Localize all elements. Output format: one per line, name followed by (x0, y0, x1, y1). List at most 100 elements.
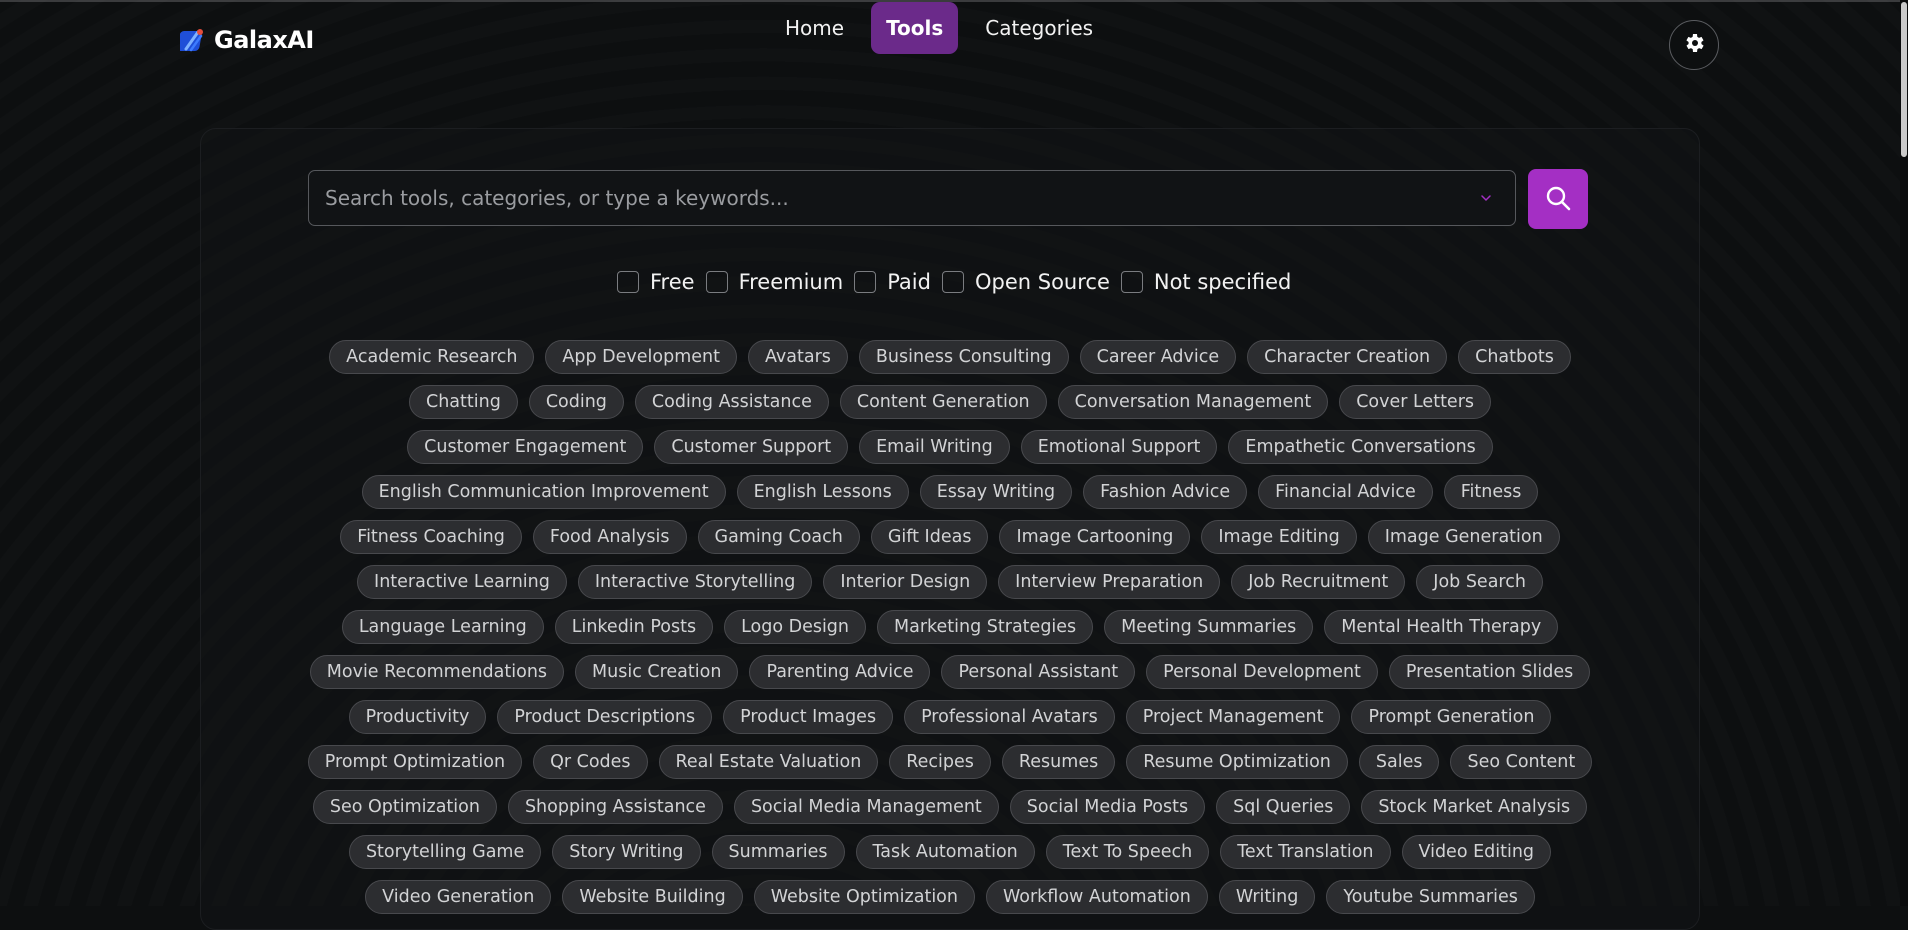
category-tag[interactable]: Gift Ideas (870, 520, 989, 554)
category-tag[interactable]: Essay Writing (919, 475, 1073, 509)
category-tag[interactable]: Shopping Assistance (507, 790, 723, 824)
logo[interactable]: GalaxAI (177, 26, 314, 54)
nav-categories-link[interactable]: Categories (970, 2, 1108, 54)
category-tag[interactable]: Avatars (747, 340, 848, 374)
category-tag[interactable]: Image Generation (1367, 520, 1560, 554)
category-tag[interactable]: Presentation Slides (1388, 655, 1591, 689)
category-tag[interactable]: Seo Content (1450, 745, 1593, 779)
filter-paid[interactable]: Paid (854, 270, 931, 294)
category-tag[interactable]: Food Analysis (532, 520, 687, 554)
category-tag[interactable]: Text To Speech (1045, 835, 1210, 869)
category-tag[interactable]: Interactive Learning (357, 565, 567, 599)
category-tag[interactable]: Workflow Automation (985, 880, 1208, 914)
category-tag[interactable]: Movie Recommendations (309, 655, 565, 689)
category-tag[interactable]: Mental Health Therapy (1324, 610, 1559, 644)
category-tag[interactable]: Resume Optimization (1126, 745, 1348, 779)
category-tag[interactable]: English Lessons (736, 475, 909, 509)
category-tag[interactable]: Sales (1358, 745, 1440, 779)
category-tag[interactable]: Youtube Summaries (1326, 880, 1535, 914)
filter-checkbox[interactable] (705, 271, 728, 293)
category-tag[interactable]: Fitness (1443, 475, 1539, 509)
category-tag[interactable]: Job Search (1416, 565, 1543, 599)
settings-button[interactable] (1669, 20, 1719, 70)
filter-not-specified[interactable]: Not specified (1120, 270, 1291, 294)
filter-checkbox[interactable] (617, 271, 639, 293)
category-tag[interactable]: Emotional Support (1020, 430, 1218, 464)
category-tag[interactable]: Linkedin Posts (554, 610, 714, 644)
category-tag[interactable]: Customer Support (654, 430, 849, 464)
search-button[interactable] (1528, 169, 1588, 229)
category-tag[interactable]: Social Media Posts (1009, 790, 1206, 824)
category-tag[interactable]: Cover Letters (1339, 385, 1492, 419)
category-tag[interactable]: Task Automation (855, 835, 1035, 869)
nav-home-link[interactable]: Home (770, 2, 859, 54)
category-tag[interactable]: Storytelling Game (348, 835, 542, 869)
category-tag[interactable]: Email Writing (859, 430, 1010, 464)
category-tag[interactable]: Coding (528, 385, 624, 419)
category-tag[interactable]: Job Recruitment (1231, 565, 1406, 599)
category-tag[interactable]: English Communication Improvement (361, 475, 726, 509)
filter-checkbox[interactable] (1120, 271, 1143, 293)
category-tag[interactable]: Conversation Management (1057, 385, 1329, 419)
category-tag[interactable]: Logo Design (724, 610, 867, 644)
category-tag[interactable]: Prompt Generation (1351, 700, 1552, 734)
category-tag[interactable]: Real Estate Valuation (658, 745, 879, 779)
category-tag[interactable]: Chatting (408, 385, 518, 419)
filter-open-source[interactable]: Open Source (941, 270, 1110, 294)
category-tag[interactable]: Product Images (723, 700, 894, 734)
search-input[interactable] (309, 170, 1471, 226)
category-tag[interactable]: Chatbots (1458, 340, 1571, 374)
filter-free[interactable]: Free (617, 270, 695, 294)
category-tag[interactable]: Summaries (711, 835, 845, 869)
category-tag[interactable]: Empathetic Conversations (1228, 430, 1493, 464)
category-tag[interactable]: Language Learning (341, 610, 544, 644)
category-tag[interactable]: Career Advice (1079, 340, 1237, 374)
category-tag[interactable]: Character Creation (1247, 340, 1448, 374)
category-tag[interactable]: Recipes (889, 745, 991, 779)
category-tag[interactable]: Personal Assistant (941, 655, 1136, 689)
category-tag[interactable]: Stock Market Analysis (1361, 790, 1588, 824)
scrollbar-thumb[interactable] (1901, 2, 1907, 157)
category-tag[interactable]: Qr Codes (533, 745, 648, 779)
category-tag[interactable]: Fashion Advice (1083, 475, 1248, 509)
category-tag[interactable]: Text Translation (1220, 835, 1391, 869)
category-tag[interactable]: Interactive Storytelling (577, 565, 813, 599)
category-tag[interactable]: Resumes (1001, 745, 1116, 779)
category-tag[interactable]: Productivity (348, 700, 487, 734)
category-tag[interactable]: Fitness Coaching (340, 520, 522, 554)
category-tag[interactable]: Story Writing (552, 835, 701, 869)
category-tag[interactable]: Meeting Summaries (1104, 610, 1314, 644)
chevron-down-icon[interactable] (1471, 193, 1501, 203)
filter-checkbox[interactable] (941, 271, 964, 293)
category-tag[interactable]: Customer Engagement (407, 430, 644, 464)
filter-checkbox[interactable] (854, 271, 877, 293)
category-tag[interactable]: Image Editing (1201, 520, 1357, 554)
category-tag[interactable]: Prompt Optimization (307, 745, 523, 779)
category-tag[interactable]: Professional Avatars (904, 700, 1115, 734)
category-tag[interactable]: Academic Research (329, 340, 535, 374)
category-tag[interactable]: Video Generation (365, 880, 552, 914)
category-tag[interactable]: Sql Queries (1216, 790, 1351, 824)
category-tag[interactable]: Writing (1218, 880, 1316, 914)
category-tag[interactable]: Parenting Advice (749, 655, 931, 689)
category-tag[interactable]: Coding Assistance (634, 385, 829, 419)
filter-freemium[interactable]: Freemium (705, 270, 843, 294)
category-tag[interactable]: Personal Development (1146, 655, 1378, 689)
search-combobox[interactable] (308, 170, 1516, 226)
category-tag[interactable]: Gaming Coach (697, 520, 860, 554)
nav-tools-link[interactable]: Tools (871, 2, 959, 54)
category-tag[interactable]: Seo Optimization (312, 790, 497, 824)
category-tag[interactable]: Interview Preparation (998, 565, 1221, 599)
category-tag[interactable]: Financial Advice (1258, 475, 1433, 509)
category-tag[interactable]: Business Consulting (858, 340, 1069, 374)
category-tag[interactable]: Marketing Strategies (877, 610, 1094, 644)
category-tag[interactable]: Content Generation (839, 385, 1047, 419)
category-tag[interactable]: Product Descriptions (497, 700, 713, 734)
category-tag[interactable]: Image Cartooning (999, 520, 1191, 554)
category-tag[interactable]: Project Management (1125, 700, 1341, 734)
category-tag[interactable]: App Development (545, 340, 737, 374)
category-tag[interactable]: Interior Design (823, 565, 988, 599)
category-tag[interactable]: Video Editing (1401, 835, 1552, 869)
category-tag[interactable]: Music Creation (575, 655, 739, 689)
category-tag[interactable]: Website Optimization (753, 880, 975, 914)
